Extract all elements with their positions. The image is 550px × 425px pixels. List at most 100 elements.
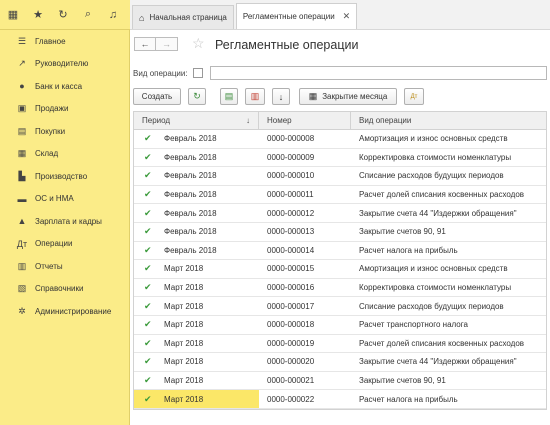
posted-check-icon: ✔	[144, 393, 152, 404]
sidebar-item-label: Отчеты	[35, 261, 63, 271]
forward-button[interactable]: →	[156, 37, 178, 51]
cell-period: ✔ Февраль 2018	[134, 149, 259, 167]
sidebar-item-label: Продажи	[35, 104, 69, 114]
search-icon[interactable]: ⌕	[81, 8, 95, 22]
create-button[interactable]: Создать	[133, 88, 181, 105]
unpost-button[interactable]: ▥	[245, 88, 265, 105]
table-row[interactable]: ✔ Февраль 2018 0000-000012 Закрытие счета 4…	[134, 204, 546, 223]
column-header-operation[interactable]: Вид операции	[351, 112, 546, 129]
table-row[interactable]: ✔ Февраль 2018 0000-000014 Расчет налога на…	[134, 242, 546, 261]
post-button[interactable]: ▤	[220, 88, 238, 105]
sidebar-item[interactable]: ▦ Склад	[0, 143, 129, 166]
sidebar-item[interactable]: ▤ Покупки	[0, 120, 129, 143]
sidebar: ☰ Главное ↗ Руководителю ● Банк и касса ▣ Прода…	[0, 30, 130, 425]
sidebar-item[interactable]: ↗ Руководителю	[0, 53, 129, 76]
cell-operation: Закрытие счета 44 "Издержки обращения"	[359, 208, 517, 218]
close-month-button[interactable]: ▦ Закрытие месяца	[299, 88, 397, 105]
history-icon[interactable]: ↻	[56, 8, 70, 22]
table-row[interactable]: ✔ Март 2018 0000-000020 Закрытие счета 44 "…	[134, 353, 546, 372]
cell-number: 0000-000008	[267, 134, 315, 144]
cell-operation: Расчет долей списания косвенных расходов	[359, 190, 525, 200]
create-button-label: Создать	[141, 92, 173, 101]
grid-menu-icon[interactable]: ▦	[6, 8, 20, 22]
table-row[interactable]: ✔ Февраль 2018 0000-000013 Закрытие счетов …	[134, 223, 546, 242]
copy-button[interactable]: ↻	[188, 88, 206, 105]
sidebar-item[interactable]: ☰ Главное	[0, 30, 129, 53]
sidebar-item[interactable]: ✲ Администрирование	[0, 300, 129, 323]
bag-icon: ▣	[17, 103, 27, 114]
favorite-star-icon[interactable]: ☆	[192, 35, 205, 52]
table-row[interactable]: ✔ Март 2018 0000-000018 Расчет транспортног…	[134, 316, 546, 335]
table-row[interactable]: ✔ Март 2018 0000-000016 Корректировка стоим…	[134, 279, 546, 298]
column-header-number[interactable]: Номер	[259, 112, 351, 129]
table-row[interactable]: ✔ Февраль 2018 0000-000009 Корректировка ст…	[134, 149, 546, 168]
sidebar-item-label: Банк и касса	[35, 81, 83, 91]
table-row[interactable]: ✔ Февраль 2018 0000-000011 Расчет долей спи…	[134, 186, 546, 205]
cell-number: 0000-000021	[267, 376, 315, 386]
top-icon-bar: ▦ ★ ↻ ⌕ ♫	[0, 0, 130, 30]
cell-number: 0000-000009	[267, 152, 315, 162]
table-body: ✔ Февраль 2018 0000-000008 Амортизация и из…	[134, 130, 546, 409]
arrow-right-icon: →	[162, 39, 171, 49]
trend-icon: ↗	[18, 58, 26, 69]
cell-number: 0000-000012	[267, 208, 315, 218]
sidebar-item[interactable]: ▲ Зарплата и кадры	[0, 210, 129, 233]
sidebar-item-label: Справочники	[35, 284, 84, 294]
cell-period: ✔ Февраль 2018	[134, 186, 259, 204]
posted-check-icon: ✔	[144, 133, 152, 144]
posted-check-icon: ✔	[144, 337, 152, 348]
person-icon: ▲	[17, 216, 27, 227]
table-row[interactable]: ✔ Февраль 2018 0000-000010 Списание расходо…	[134, 167, 546, 186]
sidebar-item[interactable]: ▣ Продажи	[0, 98, 129, 121]
table-row[interactable]: ✔ Март 2018 0000-000019 Расчет долей списан…	[134, 335, 546, 354]
sidebar-item[interactable]: ▥ Отчеты	[0, 255, 129, 278]
operation-type-input[interactable]	[210, 66, 547, 80]
cell-number: 0000-000018	[267, 320, 315, 330]
dt-kt-button[interactable]: Дт	[404, 88, 424, 105]
sidebar-item[interactable]: Дт Операции	[0, 233, 129, 256]
cell-period: ✔ Февраль 2018	[134, 130, 259, 148]
tab-bar: ⌂ Начальная страница Регламентные операц…	[130, 0, 550, 30]
cell-period-text: Февраль 2018	[164, 227, 217, 237]
column-header-period[interactable]: Период ↓	[134, 112, 259, 129]
cell-period: ✔ Март 2018	[134, 297, 259, 315]
back-button[interactable]: ←	[134, 37, 156, 51]
refresh-copy-icon: ↻	[193, 91, 201, 101]
dt-kt-icon: Дт	[16, 238, 28, 249]
table-row[interactable]: ✔ Март 2018 0000-000017 Списание расходов б…	[134, 297, 546, 316]
calendar-icon: ▦	[308, 91, 318, 101]
sidebar-item-label: Операции	[35, 239, 73, 249]
close-icon[interactable]: ✕	[343, 11, 351, 22]
table-row[interactable]: ✔ Февраль 2018 0000-000008 Амортизация и из…	[134, 130, 546, 149]
tab-reglament-label: Регламентные операции	[242, 12, 335, 21]
download-button[interactable]: ↓	[272, 88, 290, 105]
sidebar-item-label: Склад	[35, 149, 59, 159]
nav-buttons: ← →	[134, 37, 178, 51]
cell-period-text: Март 2018	[164, 283, 204, 293]
favorites-star-icon[interactable]: ★	[31, 8, 45, 22]
cell-number: 0000-000011	[267, 190, 314, 200]
cell-period-text: Март 2018	[164, 357, 204, 367]
truck-icon: ▬	[17, 193, 27, 204]
cell-number: 0000-000013	[267, 227, 315, 237]
table-row[interactable]: ✔ Март 2018 0000-000015 Амортизация и износ…	[134, 260, 546, 279]
tab-home[interactable]: ⌂ Начальная страница	[132, 5, 234, 29]
table-row[interactable]: ✔ Март 2018 0000-000022 Расчет налога на пр…	[134, 390, 546, 409]
posted-check-icon: ✔	[144, 226, 152, 237]
table-row[interactable]: ✔ Март 2018 0000-000021 Закрытие счетов 90,…	[134, 372, 546, 391]
cell-period: ✔ Февраль 2018	[134, 242, 259, 260]
cell-period-text: Март 2018	[164, 338, 204, 348]
notifications-bell-icon[interactable]: ♫	[106, 8, 120, 22]
filter-checkbox[interactable]	[193, 68, 203, 78]
sidebar-item[interactable]: ▙ Производство	[0, 165, 129, 188]
sidebar-item[interactable]: ● Банк и касса	[0, 75, 129, 98]
tab-reglament[interactable]: Регламентные операции ✕	[235, 3, 358, 29]
cell-period: ✔ Март 2018	[134, 316, 259, 334]
posted-check-icon: ✔	[144, 319, 152, 330]
cell-operation: Расчет налога на прибыль	[351, 390, 546, 408]
cell-operation: Списание расходов будущих периодов	[359, 171, 504, 181]
posted-check-icon: ✔	[144, 207, 152, 218]
sidebar-item[interactable]: ▧ Справочники	[0, 278, 129, 301]
cell-period: ✔ Март 2018	[134, 353, 259, 371]
sidebar-item[interactable]: ▬ ОС и НМА	[0, 188, 129, 211]
